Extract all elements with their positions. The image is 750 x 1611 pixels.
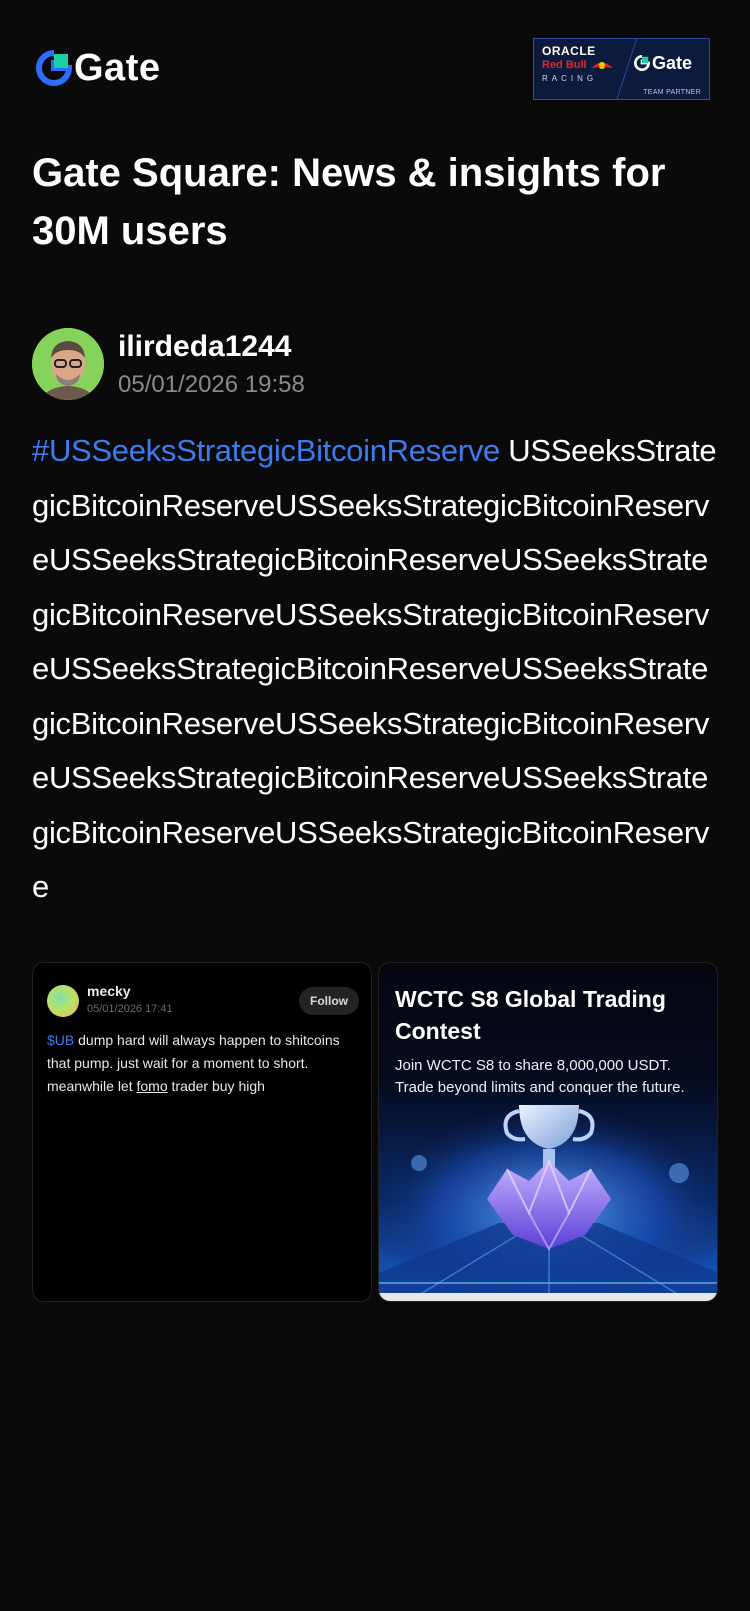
promo-bottom-bar: [379, 1293, 717, 1301]
partner-oracle-text: ORACLE: [542, 44, 596, 58]
embedded-post-date: 05/01/2026 17:41: [87, 1003, 173, 1015]
partner-racing-text: RACING: [542, 74, 598, 83]
gate-small-icon: [634, 55, 650, 71]
oracle-redbull-logo: ORACLE Red Bull RACING: [542, 45, 624, 84]
promo-subtitle: Join WCTC S8 to share 8,000,000 USDT. Tr…: [395, 1057, 685, 1096]
promo-title: WCTC S8 Global Trading Contest: [395, 986, 666, 1044]
post-images: mecky 05/01/2026 17:41 Follow $UB dump h…: [32, 962, 718, 1302]
embedded-line2-pre: meanwhile let: [47, 1078, 137, 1094]
trophy-illustration: [379, 1103, 717, 1295]
gate-logo-icon: [36, 50, 72, 86]
partner-gate-logo: Gate: [634, 53, 692, 73]
embedded-line2-underlined: fomo: [136, 1078, 168, 1094]
page: Gate ORACLE Red Bull RACING Gate TEAM PA…: [0, 0, 750, 1611]
post-body-text: USSeeksStrategicBitcoinReserveUSSeeksStr…: [32, 433, 717, 904]
author-info: ilirdeda1244 05/01/2026 19:58: [118, 329, 305, 399]
post-author[interactable]: ilirdeda1244 05/01/2026 19:58: [32, 328, 305, 400]
partner-team-text: TEAM PARTNER: [643, 89, 701, 96]
post-image-1[interactable]: mecky 05/01/2026 17:41 Follow $UB dump h…: [32, 962, 372, 1302]
partner-banner[interactable]: ORACLE Red Bull RACING Gate TEAM PARTNER: [533, 38, 710, 100]
embedded-author-name: mecky: [87, 983, 131, 999]
embedded-avatar: [47, 985, 79, 1017]
avatar-image: [32, 328, 104, 400]
header: Gate ORACLE Red Bull RACING Gate TEAM PA…: [0, 0, 750, 140]
embedded-post-text: $UB dump hard will always happen to shit…: [47, 1029, 363, 1098]
post-hashtag[interactable]: #USSeeksStrategicBitcoinReserve: [32, 433, 500, 468]
redbull-icon: [590, 62, 613, 69]
partner-redbull-label: Red Bull: [542, 59, 587, 71]
post-date: 05/01/2026 19:58: [118, 371, 305, 398]
page-title: Gate Square: News & insights for 30M use…: [32, 151, 666, 253]
partner-redbull-text: Red Bull: [542, 59, 624, 72]
post-body: #USSeeksStrategicBitcoinReserve USSeeksS…: [32, 424, 722, 915]
embedded-line2-post: trader buy high: [167, 1078, 265, 1094]
author-name[interactable]: ilirdeda1244: [118, 329, 305, 365]
embedded-follow-button: Follow: [299, 987, 359, 1015]
partner-gate-text: Gate: [652, 53, 693, 73]
post-image-2[interactable]: WCTC S8 Global Trading Contest Join WCTC…: [378, 962, 718, 1302]
embedded-line1: dump hard will always happen to shitcoin…: [47, 1032, 340, 1071]
avatar[interactable]: [32, 328, 104, 400]
embedded-ticker: $UB: [47, 1032, 75, 1048]
brand-name: Gate: [74, 47, 161, 89]
gate-logo[interactable]: Gate: [36, 48, 160, 88]
